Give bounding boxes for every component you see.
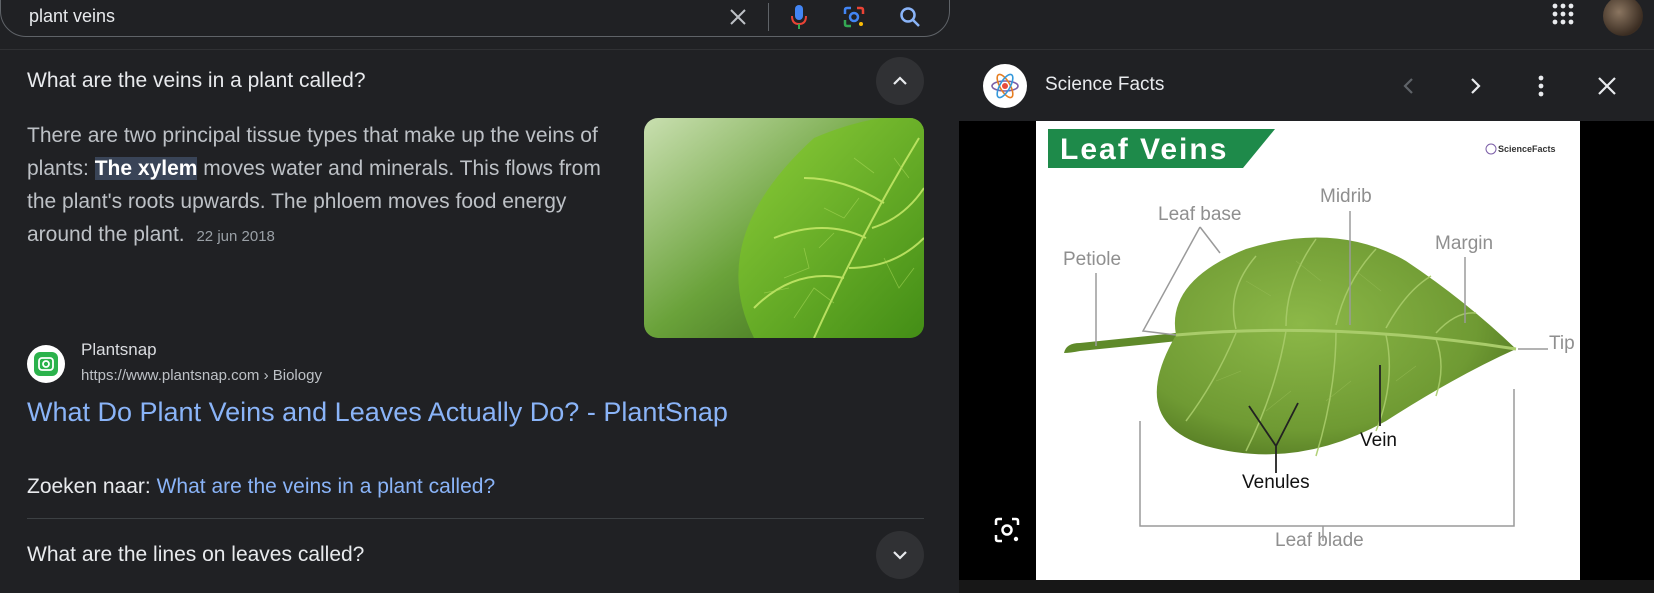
collapse-button[interactable] [876, 57, 924, 105]
label-midrib: Midrib [1320, 186, 1372, 207]
label-venules: Venules [1242, 472, 1310, 493]
search-for-label: Zoeken naar: [27, 475, 151, 498]
image-viewer: Leaf Veins ScienceFacts Petiole Leaf bas… [959, 121, 1654, 580]
microphone-icon[interactable] [785, 3, 813, 31]
source-name[interactable]: Plantsnap [81, 340, 157, 360]
chevron-left-icon[interactable] [1395, 72, 1423, 100]
atom-icon[interactable] [983, 64, 1027, 108]
label-leaf-blade: Leaf blade [1275, 530, 1364, 551]
search-box[interactable]: plant veins [0, 0, 950, 37]
label-margin: Margin [1435, 233, 1493, 254]
avatar[interactable] [1603, 0, 1643, 36]
leaf-thumbnail[interactable] [644, 118, 924, 338]
answer-highlight: The xylem [94, 157, 198, 180]
answer-snippet: There are two principal tissue types tha… [27, 119, 627, 253]
search-divider [768, 3, 769, 31]
search-for-row: Zoeken naar: What are the veins in a pla… [27, 475, 495, 499]
search-icon[interactable] [896, 3, 924, 31]
source-url[interactable]: https://www.plantsnap.com › Biology [81, 367, 322, 384]
label-vein: Vein [1360, 430, 1397, 451]
question-title[interactable]: What are the veins in a plant called? [27, 69, 366, 93]
result-title-link[interactable]: What Do Plant Veins and Leaves Actually … [27, 397, 728, 428]
search-for-link[interactable]: What are the veins in a plant called? [157, 475, 496, 498]
close-icon[interactable] [724, 3, 752, 31]
apps-grid-icon[interactable] [1551, 2, 1575, 26]
answer-date: 22 jun 2018 [196, 228, 275, 245]
more-options-icon[interactable] [1527, 72, 1555, 100]
divider [27, 518, 924, 519]
chevron-up-icon [893, 76, 907, 85]
leaf-veins-figure[interactable]: Leaf Veins ScienceFacts Petiole Leaf bas… [1036, 121, 1580, 580]
camera-lens-icon[interactable] [840, 3, 868, 31]
chevron-down-icon [893, 551, 907, 560]
label-tip: Tip [1549, 333, 1575, 354]
plantsnap-favicon[interactable] [27, 345, 65, 383]
label-leaf-base: Leaf base [1158, 204, 1241, 225]
brand-logo: ScienceFacts [1485, 143, 1556, 155]
chevron-right-icon[interactable] [1461, 72, 1489, 100]
label-petiole: Petiole [1063, 249, 1121, 270]
brand-text: ScienceFacts [1498, 144, 1556, 154]
close-icon[interactable] [1593, 72, 1621, 100]
lens-search-icon[interactable] [993, 516, 1021, 544]
top-bar: plant veins [0, 0, 1654, 50]
petiole-shape [1064, 333, 1178, 353]
viewer-header: Science Facts [959, 50, 1654, 121]
people-also-ask: What are the veins in a plant called? Th… [0, 50, 950, 593]
image-viewer-panel: Science Facts Leaf Veins ScienceFacts Pe… [959, 50, 1654, 593]
source-title[interactable]: Science Facts [1045, 74, 1164, 96]
search-input[interactable]: plant veins [29, 6, 115, 27]
question-title-2[interactable]: What are the lines on leaves called? [27, 543, 364, 567]
expand-button[interactable] [876, 531, 924, 579]
figure-title: Leaf Veins [1060, 133, 1228, 166]
